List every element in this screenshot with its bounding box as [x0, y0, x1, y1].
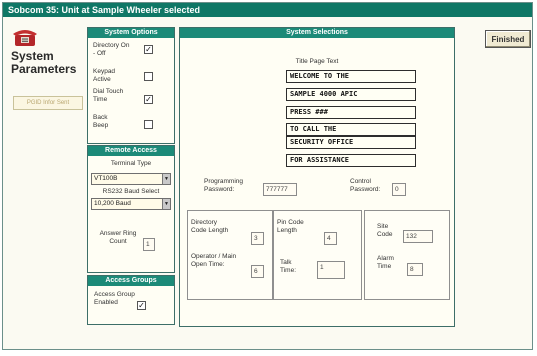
system-selections-header: System Selections: [180, 28, 454, 38]
title-line-2[interactable]: SAMPLE 4000 APIC: [286, 88, 416, 101]
chevron-down-icon[interactable]: ▼: [162, 199, 170, 209]
remote-access-panel: Remote Access Terminal Type VT100B ▼ RS2…: [87, 145, 175, 273]
system-options-panel: System Options Directory On - Off ✓ Keyp…: [87, 27, 175, 144]
terminal-type-label: Terminal Type: [110, 160, 152, 167]
site-code-label: Site Code: [377, 223, 393, 238]
operator-open-time-label: Operator / Main Open Time:: [191, 253, 237, 268]
title-line-3[interactable]: PRESS ###: [286, 106, 416, 119]
operator-open-time-input[interactable]: 6: [251, 265, 264, 278]
baud-value: 10,200 Baud: [94, 200, 131, 207]
control-password-input[interactable]: 0: [392, 183, 406, 196]
talk-time-input[interactable]: 1: [317, 261, 345, 279]
site-code-input[interactable]: 132: [403, 230, 433, 243]
system-parameters-heading: System Parameters: [11, 49, 77, 76]
directory-code-input[interactable]: 3: [251, 232, 264, 245]
status-text-box: PGID Infor Sent: [13, 96, 83, 110]
chevron-down-icon[interactable]: ▼: [162, 174, 170, 184]
control-password-label: Control Password:: [350, 178, 381, 193]
dial-touch-label: Dial Touch Time: [93, 88, 124, 103]
directory-label: Directory On - Off: [93, 42, 130, 57]
left-header-area: System Parameters PGID Infor Sent: [6, 23, 84, 143]
keypad-checkbox[interactable]: [144, 72, 153, 81]
title-line-5[interactable]: SECURITY OFFICE: [286, 136, 416, 149]
terminal-type-value: VT100B: [94, 175, 118, 182]
finished-button[interactable]: Finished: [485, 30, 531, 48]
screen: Sobcom 35: Unit at Sample Wheeler select…: [0, 0, 537, 356]
pin-code-length-input[interactable]: 4: [324, 232, 337, 245]
access-groups-header: Access Groups: [88, 276, 174, 286]
site-settings-box: Site Code 132 Alarm Time 8: [364, 210, 450, 300]
telephone-icon: [13, 30, 37, 46]
title-line-6[interactable]: FOR ASSISTANCE: [286, 154, 416, 167]
alarm-time-input[interactable]: 8: [407, 263, 423, 276]
answer-ring-count-input[interactable]: 1: [143, 238, 155, 251]
terminal-type-select[interactable]: VT100B ▼: [91, 173, 171, 185]
title-line-4[interactable]: TO CALL THE: [286, 123, 416, 136]
system-selections-panel: System Selections Title Page Text WELCOM…: [179, 27, 455, 327]
back-beep-label: Back Beep: [93, 114, 109, 129]
access-group-enabled-label: Access Group Enabled: [94, 291, 135, 306]
window-frame: Sobcom 35: Unit at Sample Wheeler select…: [2, 2, 533, 350]
keypad-label: Keypad Active: [93, 68, 116, 83]
access-groups-panel: Access Groups Access Group Enabled ✓: [87, 275, 175, 325]
programming-password-label: Programming Password:: [204, 178, 244, 193]
answer-ring-label: Answer Ring Count: [99, 230, 137, 245]
directory-settings-box: Directory Code Length 3 Operator / Main …: [187, 210, 273, 300]
title-line-1[interactable]: WELCOME TO THE: [286, 70, 416, 83]
pin-settings-box: Pin Code Length 4 Talk Time: 1: [273, 210, 362, 300]
baud-select[interactable]: 10,200 Baud ▼: [91, 198, 171, 210]
system-options-header: System Options: [88, 28, 174, 38]
talk-time-label: Talk Time:: [280, 259, 297, 274]
pin-code-length-label: Pin Code Length: [277, 219, 304, 234]
dial-touch-checkbox[interactable]: ✓: [144, 95, 153, 104]
directory-code-label: Directory Code Length: [191, 219, 229, 234]
baud-select-label: RS232 Baud Select: [102, 188, 160, 195]
remote-access-header: Remote Access: [88, 146, 174, 156]
access-group-enabled-checkbox[interactable]: ✓: [137, 301, 146, 310]
programming-password-input[interactable]: 777777: [263, 183, 297, 196]
alarm-time-label: Alarm Time: [377, 255, 394, 270]
window-title-bar: Sobcom 35: Unit at Sample Wheeler select…: [3, 3, 532, 17]
title-page-label: Title Page Text: [295, 58, 339, 65]
back-beep-checkbox[interactable]: [144, 120, 153, 129]
directory-checkbox[interactable]: ✓: [144, 45, 153, 54]
